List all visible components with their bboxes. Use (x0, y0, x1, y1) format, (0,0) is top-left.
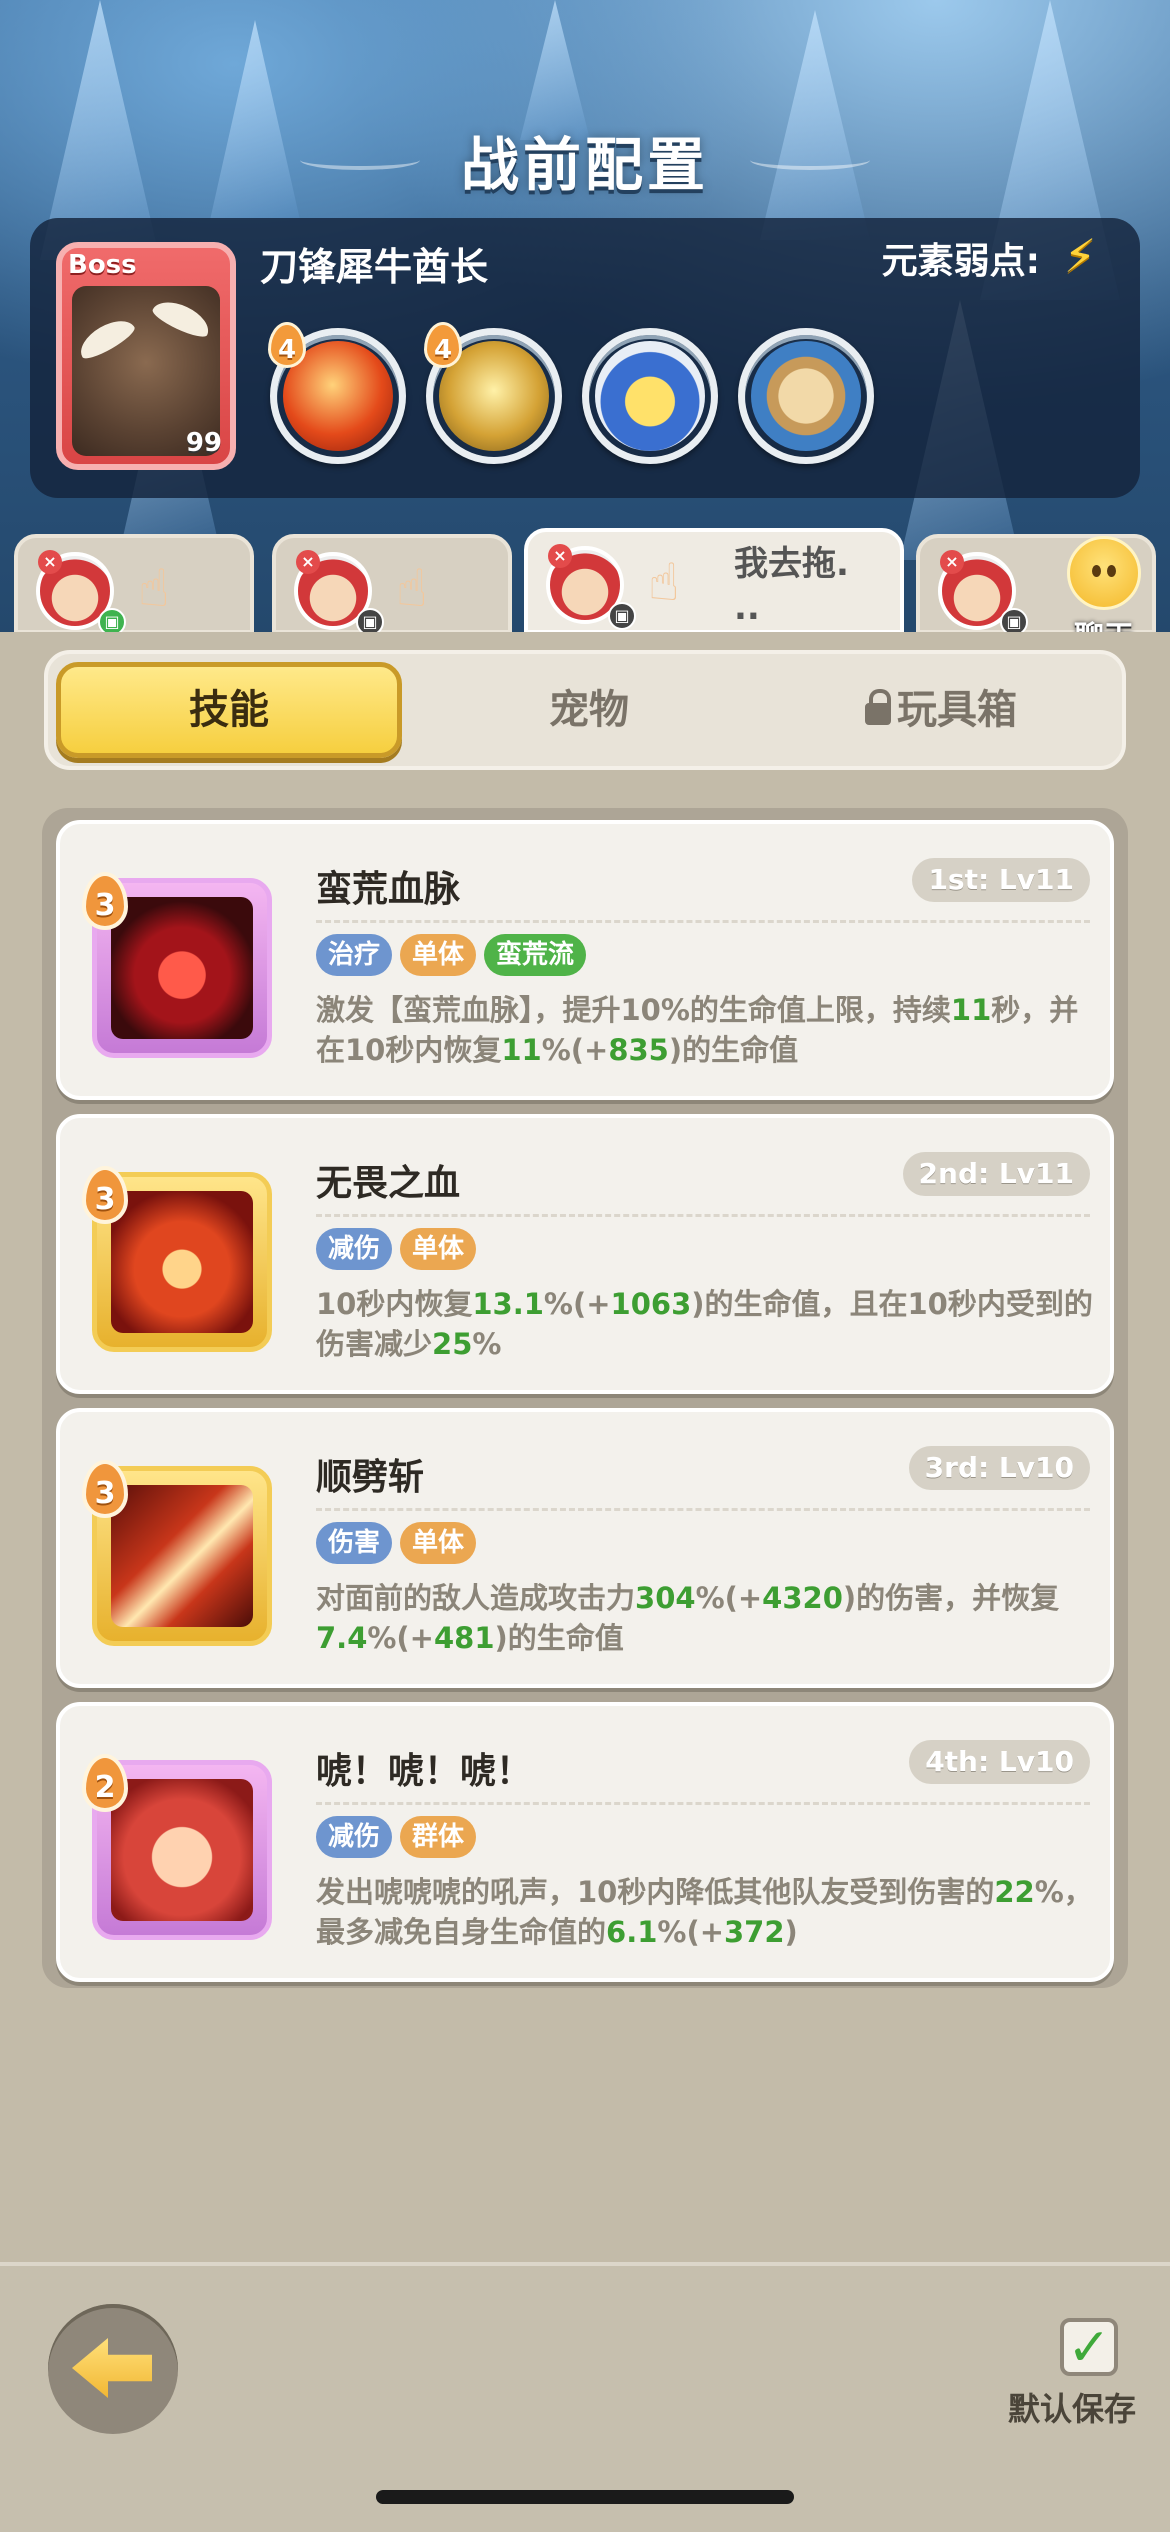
skill-slot-2: 2nd: Lv11 (902, 1152, 1090, 1196)
team-tabs: × ▣ ☝ × ▣ ☝ × ▣ ☝ 我去拖. .. × ▣ (0, 528, 1170, 636)
back-arrow-icon (72, 2338, 152, 2398)
roaring-face-icon (111, 1779, 253, 1921)
skill-tags-2: 减伤 单体 (316, 1228, 484, 1270)
skill-slot-3: 3rd: Lv10 (908, 1446, 1090, 1490)
skill-card-1[interactable]: 3 蛮荒血脉 1st: Lv11 治疗 单体 蛮荒流 激发【蛮荒血脉】，提升10%的… (56, 820, 1114, 1100)
skill-tags-3: 伤害 单体 (316, 1522, 484, 1564)
boss-skill-2-level: 4 (424, 322, 462, 368)
skill-name-4: 唬！唬！唬！ (316, 1751, 533, 1792)
team-tab-3[interactable]: × ▣ ☝ 我去拖. .. (524, 528, 904, 634)
home-indicator[interactable] (376, 2490, 794, 2504)
tab-bar: 技能 宠物 玩具箱 (44, 650, 1126, 770)
skill-name-1: 蛮荒血脉 (316, 869, 461, 910)
boss-skill-4[interactable] (738, 328, 874, 464)
page-title: 战前配置 (460, 131, 709, 199)
tap-hand-icon: ☝ (648, 553, 680, 613)
skill-tag: 单体 (400, 1522, 477, 1564)
skill-desc-1: 激发【蛮荒血脉】，提升10%的生命值上限，持续11秒，并在10秒内恢复11%(+… (316, 993, 1079, 1067)
skill-card-3[interactable]: 3 顺劈斩 3rd: Lv10 伤害 单体 对面前的敌人造成攻击力304%(+43… (56, 1408, 1114, 1688)
chat-face-icon (1067, 536, 1141, 610)
default-save-label: 默认保存 (1007, 2390, 1136, 2428)
boss-panel: Boss 99 刀锋犀牛酋长 元素弱点: ⚡ 4 4 (30, 218, 1140, 498)
boss-level: 99 (185, 428, 222, 458)
close-badge-icon: × (38, 550, 62, 574)
team-tab-2[interactable]: × ▣ ☝ (272, 534, 512, 636)
skill-tag: 蛮荒流 (484, 934, 587, 976)
skill-list: 3 蛮荒血脉 1st: Lv11 治疗 单体 蛮荒流 激发【蛮荒血脉】，提升10%的… (42, 808, 1128, 1988)
boss-name: 刀锋犀牛酋长 (260, 245, 489, 289)
lightning-icon: ⚡ (1063, 229, 1097, 283)
tab-toybox-label: 玩具箱 (897, 687, 1017, 733)
skill-tags-1: 治疗 单体 蛮荒流 (316, 934, 594, 976)
shield-shard-icon (751, 341, 861, 451)
skill-name-2: 无畏之血 (316, 1163, 461, 1204)
blood-drop-icon (111, 897, 253, 1039)
skill-tag: 治疗 (316, 934, 393, 976)
team-message: 我去拖. .. (734, 544, 849, 628)
skill-tag: 伤害 (316, 1522, 393, 1564)
tab-toybox[interactable]: 玩具箱 (768, 662, 1114, 758)
boss-skill-1-level: 4 (268, 322, 306, 368)
skill-name-3: 顺劈斩 (316, 1457, 425, 1498)
back-button[interactable] (48, 2304, 178, 2434)
skill-desc-4: 发出唬唬唬的吼声，10秒内降低其他队友受到伤害的22%，最多减免自身生命值的6.… (316, 1875, 1093, 1949)
skill-tag: 群体 (400, 1816, 477, 1858)
tap-hand-icon: ☝ (396, 559, 428, 619)
close-badge-icon: × (296, 550, 320, 574)
tap-hand-icon: ☝ (138, 559, 170, 619)
cleave-slash-icon (111, 1485, 253, 1627)
skill-tag: 减伤 (316, 1228, 393, 1270)
close-badge-icon: × (940, 550, 964, 574)
team-tab-1[interactable]: × ▣ ☝ (14, 534, 254, 636)
default-save-checkbox[interactable]: ✓ (1060, 2318, 1118, 2376)
beast-face-icon (595, 341, 705, 451)
boss-portrait-card[interactable]: Boss 99 (56, 242, 236, 470)
skill-tag: 减伤 (316, 1816, 393, 1858)
skill-tags-4: 减伤 群体 (316, 1816, 484, 1858)
skill-card-2[interactable]: 3 无畏之血 2nd: Lv11 减伤 单体 10秒内恢复13.1%(+1063)… (56, 1114, 1114, 1394)
tab-skills[interactable]: 技能 (56, 662, 402, 758)
skill-card-4[interactable]: 2 唬！唬！唬！ 4th: Lv10 减伤 群体 发出唬唬唬的吼声，10秒内降低其… (56, 1702, 1114, 1982)
skill-desc-2: 10秒内恢复13.1%(+1063)的生命值，且在10秒内受到的伤害减少25% (316, 1287, 1093, 1361)
main-panel: 技能 宠物 玩具箱 3 蛮荒血脉 1st: Lv11 治疗 单体 蛮荒流 激发【蛮荒… (0, 632, 1170, 2262)
skill-slot-4: 4th: Lv10 (909, 1740, 1090, 1784)
lock-icon (865, 689, 891, 725)
skill-slot-1: 1st: Lv11 (912, 858, 1090, 902)
tab-pets-label: 宠物 (549, 687, 629, 733)
tab-skills-label: 技能 (189, 687, 269, 733)
chat-button[interactable]: 聊天 (1048, 536, 1160, 655)
checkmark-icon: ✓ (1067, 2318, 1111, 2378)
weakness-label: 元素弱点: (881, 241, 1040, 282)
skill-desc-3: 对面前的敌人造成攻击力304%(+4320)的伤害，并恢复7.4%(+481)的… (316, 1581, 1060, 1655)
skill-tag: 单体 (400, 1228, 477, 1270)
controller-icon: ▣ (608, 602, 636, 630)
boss-tag: Boss (68, 250, 137, 280)
blood-spike-icon (111, 1191, 253, 1333)
close-badge-icon: × (548, 544, 572, 568)
tab-pets[interactable]: 宠物 (416, 662, 762, 758)
skill-tag: 单体 (400, 934, 477, 976)
boss-skill-3[interactable] (582, 328, 718, 464)
